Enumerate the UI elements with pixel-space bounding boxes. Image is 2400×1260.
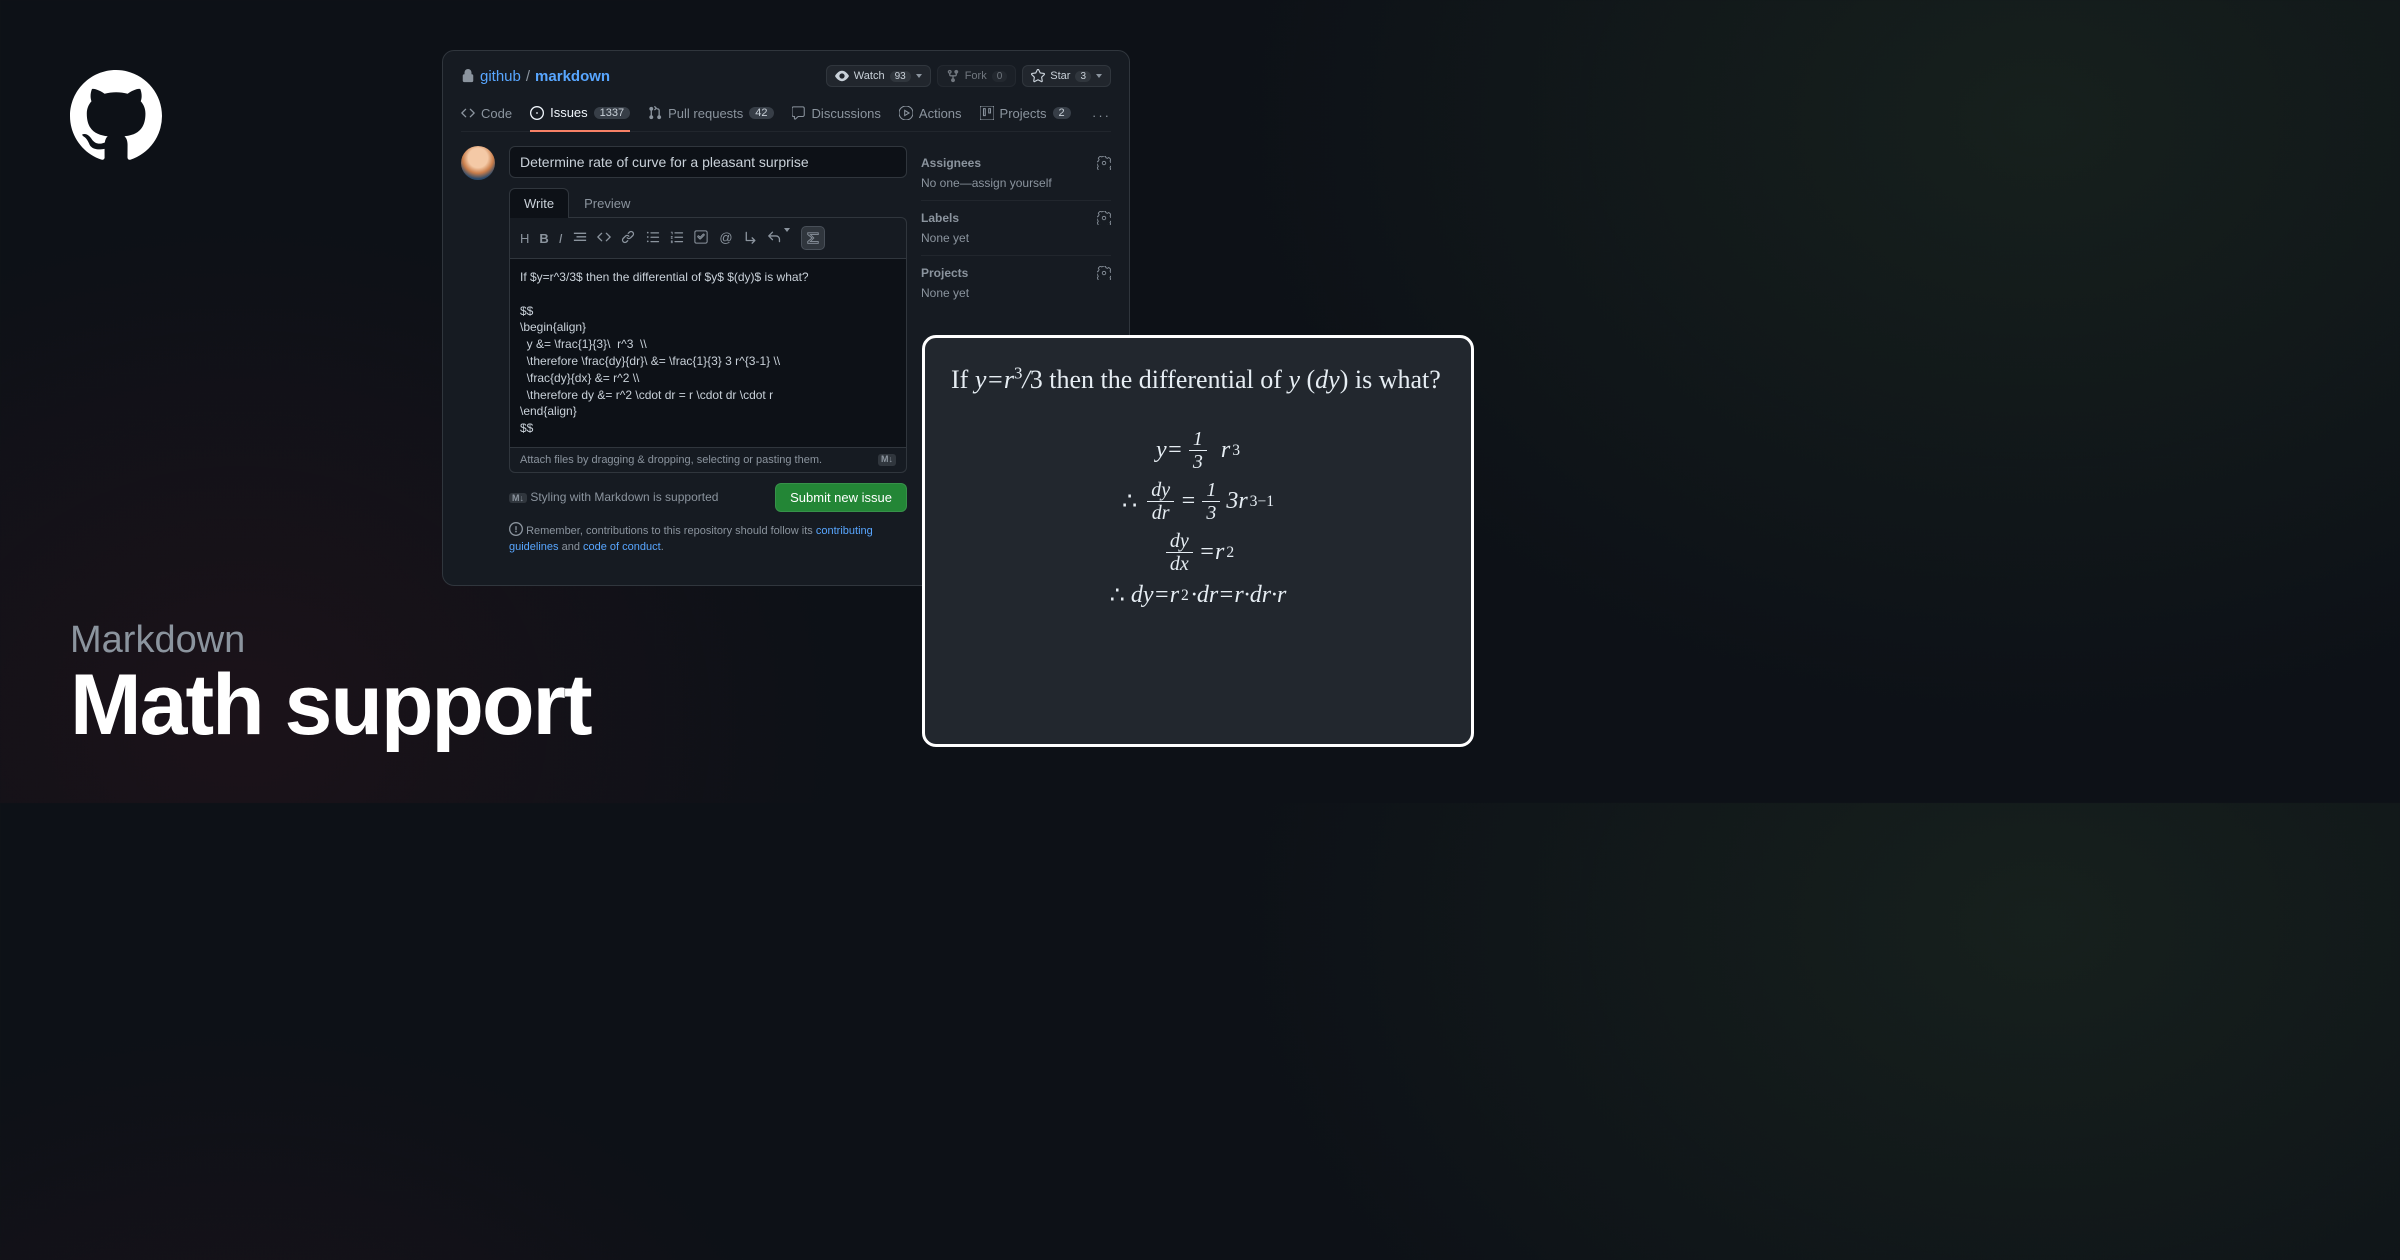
editor-toolbar: H B I @ [509, 217, 907, 258]
tab-discussions[interactable]: Discussions [792, 100, 881, 131]
math-formula-button[interactable] [801, 226, 825, 250]
tab-pull-requests[interactable]: Pull requests 42 [648, 100, 773, 131]
pull-request-icon [648, 106, 662, 120]
code-icon [461, 106, 475, 120]
tab-code[interactable]: Code [461, 100, 512, 131]
issue-body-textarea[interactable]: If $y=r^3/3$ then the differential of $y… [509, 258, 907, 448]
issue-icon [530, 106, 544, 120]
fork-button[interactable]: Fork 0 [937, 65, 1017, 87]
attach-hint[interactable]: Attach files by dragging & dropping, sel… [520, 454, 822, 466]
heading-icon[interactable]: H [520, 231, 529, 246]
mention-icon[interactable]: @ [719, 230, 732, 247]
markdown-badge-icon: M↓ [509, 493, 527, 503]
github-logo-icon [70, 70, 162, 162]
star-button[interactable]: Star 3 [1022, 65, 1111, 87]
discussions-icon [792, 106, 806, 120]
sigma-icon [806, 231, 820, 245]
code-icon[interactable] [597, 230, 611, 247]
labels-label: Labels [921, 211, 959, 225]
chevron-down-icon [916, 74, 922, 78]
code-of-conduct-link[interactable]: code of conduct [583, 541, 661, 553]
gear-icon[interactable] [1097, 156, 1111, 170]
star-icon [1031, 69, 1045, 83]
markdown-badge-icon: M↓ [878, 454, 896, 466]
eye-icon [835, 69, 849, 83]
quote-icon[interactable] [573, 230, 587, 247]
breadcrumb-owner[interactable]: github [480, 68, 521, 85]
italic-icon[interactable]: I [559, 231, 563, 246]
title-subheading: Markdown [70, 619, 591, 662]
tab-overflow-menu[interactable]: ··· [1092, 108, 1111, 123]
tab-projects[interactable]: Projects 2 [980, 100, 1071, 131]
bullet-list-icon[interactable] [646, 230, 660, 247]
fork-icon [946, 69, 960, 83]
gear-icon[interactable] [1097, 211, 1111, 225]
breadcrumb: github / markdown [461, 68, 610, 85]
projects-value: None yet [921, 286, 1111, 300]
repo-tabs: Code Issues 1337 Pull requests 42 Discus… [461, 99, 1111, 132]
play-icon [899, 106, 913, 120]
issue-title-input[interactable] [509, 146, 907, 178]
info-icon [509, 522, 523, 536]
gear-icon[interactable] [1097, 266, 1111, 280]
task-list-icon[interactable] [694, 230, 708, 247]
link-icon[interactable] [621, 230, 635, 247]
feature-title: Markdown Math support [70, 619, 591, 748]
avatar [461, 146, 495, 180]
cross-ref-icon[interactable] [743, 230, 757, 247]
title-main: Math support [70, 662, 591, 748]
preview-tab[interactable]: Preview [569, 188, 645, 218]
projects-label: Projects [921, 266, 968, 280]
submit-issue-button[interactable]: Submit new issue [775, 483, 907, 512]
project-icon [980, 106, 994, 120]
rendered-math-preview: If y=r3/3 then the differential of y (dy… [922, 335, 1474, 747]
preview-question: If y=r3/3 then the differential of y (dy… [951, 360, 1445, 400]
write-tab[interactable]: Write [509, 188, 569, 218]
tab-actions[interactable]: Actions [899, 100, 962, 131]
bold-icon[interactable]: B [539, 231, 548, 246]
contribution-guidelines: Remember, contributions to this reposito… [509, 522, 907, 556]
watch-button[interactable]: Watch 93 [826, 65, 931, 87]
lock-icon [461, 69, 475, 83]
assignees-value[interactable]: No one—assign yourself [921, 176, 1111, 190]
breadcrumb-repo[interactable]: markdown [535, 68, 610, 85]
reply-icon[interactable] [767, 230, 790, 247]
chevron-down-icon [1096, 74, 1102, 78]
preview-math-block: y=13 r3 ∴dydr=133r3−1 dydx=r2 ∴dy=r2·dr=… [951, 428, 1445, 610]
numbered-list-icon[interactable] [670, 230, 684, 247]
tab-issues[interactable]: Issues 1337 [530, 99, 630, 132]
labels-value: None yet [921, 231, 1111, 245]
assignees-label: Assignees [921, 156, 981, 170]
